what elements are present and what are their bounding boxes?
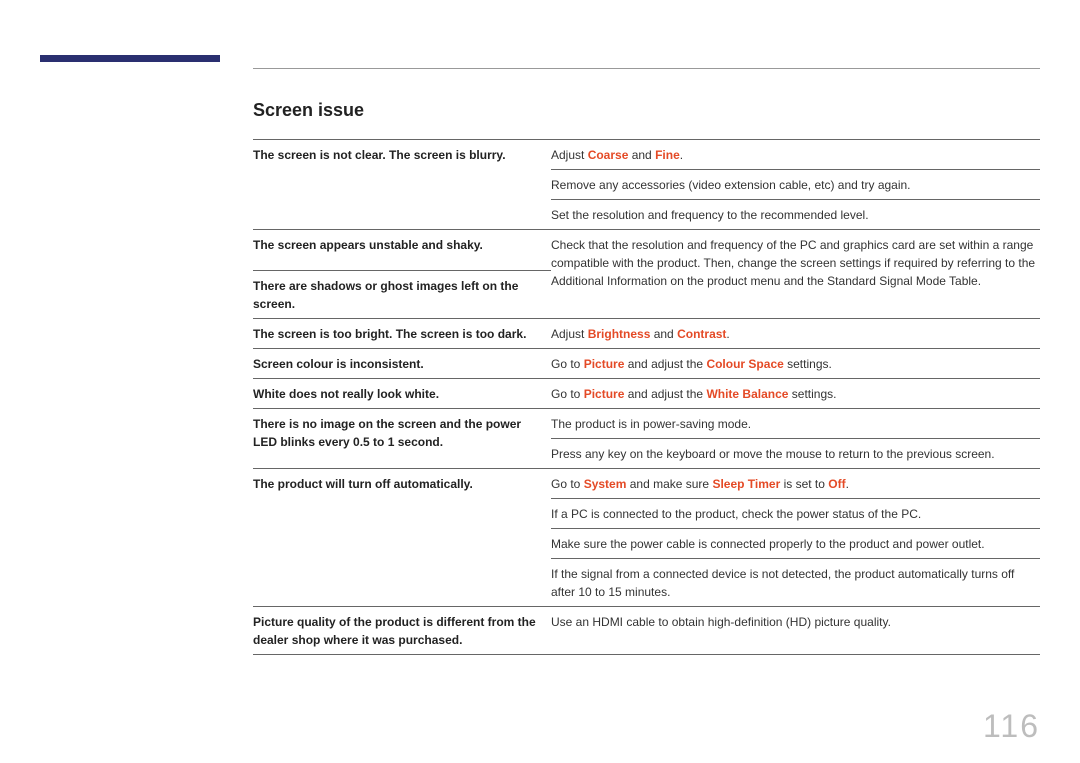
- header-rule: [253, 68, 1040, 69]
- text: and: [628, 148, 655, 162]
- table-row: Picture quality of the product is differ…: [253, 607, 1040, 655]
- highlight: Picture: [584, 387, 625, 401]
- text: is set to: [780, 477, 828, 491]
- table-row: There is no image on the screen and the …: [253, 409, 1040, 439]
- issue-solution: Go to System and make sure Sleep Timer i…: [551, 469, 1040, 499]
- table-row: The screen is not clear. The screen is b…: [253, 140, 1040, 170]
- issue-solution: Set the resolution and frequency to the …: [551, 200, 1040, 230]
- issue-solution: Use an HDMI cable to obtain high-definit…: [551, 607, 1040, 655]
- table-row: White does not really look white. Go to …: [253, 379, 1040, 409]
- issue-label: The screen is not clear. The screen is b…: [253, 140, 551, 230]
- issue-solution: Press any key on the keyboard or move th…: [551, 439, 1040, 469]
- issue-solution: Go to Picture and adjust the White Balan…: [551, 379, 1040, 409]
- troubleshooting-table: The screen is not clear. The screen is b…: [253, 139, 1040, 655]
- issue-label: There are shadows or ghost images left o…: [253, 270, 551, 318]
- text: and adjust the: [624, 357, 706, 371]
- text: .: [846, 477, 849, 491]
- highlight: Colour Space: [706, 357, 783, 371]
- highlight: Sleep Timer: [712, 477, 780, 491]
- issue-solution: If a PC is connected to the product, che…: [551, 499, 1040, 529]
- highlight: Coarse: [588, 148, 629, 162]
- highlight: System: [584, 477, 627, 491]
- issue-solution: Adjust Brightness and Contrast.: [551, 319, 1040, 349]
- table-row: The screen is too bright. The screen is …: [253, 319, 1040, 349]
- issue-solution: Adjust Coarse and Fine.: [551, 140, 1040, 170]
- table-row: Screen colour is inconsistent. Go to Pic…: [253, 349, 1040, 379]
- section-title: Screen issue: [253, 100, 1040, 121]
- text: .: [680, 148, 683, 162]
- text: and adjust the: [624, 387, 706, 401]
- accent-bar: [40, 55, 220, 62]
- text: Go to: [551, 387, 584, 401]
- issue-label-group: The screen appears unstable and shaky. T…: [253, 230, 551, 319]
- highlight: Contrast: [677, 327, 726, 341]
- issue-solution: Check that the resolution and frequency …: [551, 230, 1040, 319]
- highlight: Brightness: [588, 327, 651, 341]
- text: Adjust: [551, 148, 588, 162]
- highlight: Fine: [655, 148, 680, 162]
- text: Go to: [551, 357, 584, 371]
- text: and: [650, 327, 677, 341]
- text: and make sure: [626, 477, 712, 491]
- issue-solution: The product is in power-saving mode.: [551, 409, 1040, 439]
- text: Adjust: [551, 327, 588, 341]
- text: settings.: [784, 357, 832, 371]
- content-area: Screen issue The screen is not clear. Th…: [253, 100, 1040, 655]
- text: settings.: [788, 387, 836, 401]
- issue-label: The product will turn off automatically.: [253, 469, 551, 607]
- issue-solution: Make sure the power cable is connected p…: [551, 529, 1040, 559]
- text: Go to: [551, 477, 584, 491]
- issue-label: There is no image on the screen and the …: [253, 409, 551, 469]
- issue-label: The screen appears unstable and shaky.: [253, 230, 551, 270]
- issue-label: The screen is too bright. The screen is …: [253, 319, 551, 349]
- table-row: The product will turn off automatically.…: [253, 469, 1040, 499]
- table-row: The screen appears unstable and shaky. T…: [253, 230, 1040, 319]
- issue-label: White does not really look white.: [253, 379, 551, 409]
- highlight: White Balance: [706, 387, 788, 401]
- issue-label: Screen colour is inconsistent.: [253, 349, 551, 379]
- issue-label: Picture quality of the product is differ…: [253, 607, 551, 655]
- issue-solution: Go to Picture and adjust the Colour Spac…: [551, 349, 1040, 379]
- page-number: 116: [983, 708, 1040, 745]
- issue-solution: If the signal from a connected device is…: [551, 559, 1040, 607]
- text: .: [726, 327, 729, 341]
- highlight: Off: [828, 477, 845, 491]
- issue-solution: Remove any accessories (video extension …: [551, 170, 1040, 200]
- highlight: Picture: [584, 357, 625, 371]
